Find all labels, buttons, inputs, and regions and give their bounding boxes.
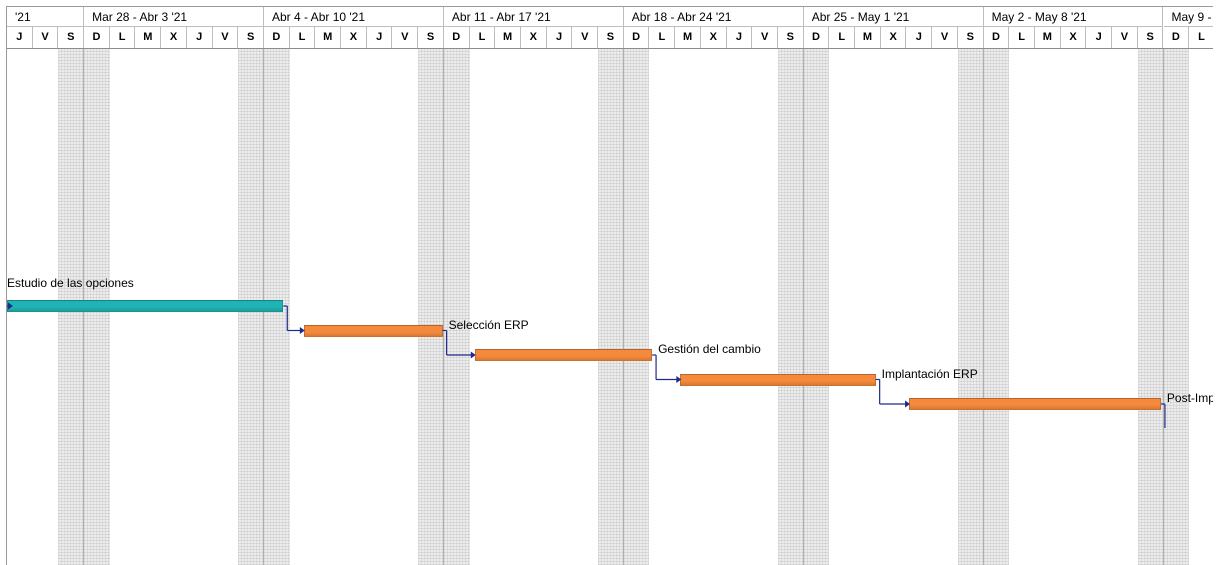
link-3-arrow — [905, 400, 911, 408]
timescale-week-6: May 2 - May 8 '21 — [983, 7, 1164, 27]
timescale-day-38: D — [983, 27, 1010, 48]
timescale-week-2: Abr 4 - Abr 10 '21 — [264, 7, 444, 27]
timescale-week-1: Mar 28 - Abr 3 '21 — [84, 7, 264, 27]
timescale-day-37: S — [957, 27, 984, 48]
link-0-arrow — [299, 327, 305, 334]
timescale-day-26: M — [675, 27, 701, 48]
timescale-day-30: S — [778, 27, 804, 48]
timescale-week-4: Abr 18 - Abr 24 '21 — [623, 7, 804, 27]
timescale-day-42: J — [1086, 27, 1113, 48]
timescale-day-25: L — [649, 27, 676, 48]
timescale-day-28: J — [726, 27, 753, 48]
timescale-week-row: '21 Mar 28 - Abr 3 '21 Abr 4 - Abr 10 '21 A… — [7, 7, 1213, 27]
timescale-day-41: X — [1060, 27, 1087, 48]
timescale-day-27: X — [700, 27, 727, 48]
timescale-day-1: V — [32, 27, 59, 48]
link-1-arrow — [470, 351, 476, 359]
timescale-day-19: M — [495, 27, 521, 48]
timescale-day-20: X — [521, 27, 547, 48]
timescale-day-32: L — [829, 27, 856, 48]
link-start-arrow — [8, 302, 13, 310]
timescale-day-43: V — [1112, 27, 1138, 48]
timescale-day-45: D — [1163, 27, 1190, 48]
timescale-week-3: Abr 11 - Abr 17 '21 — [443, 7, 624, 27]
timescale-day-34: X — [880, 27, 907, 48]
timescale-day-15: V — [392, 27, 419, 48]
timescale-week-0: '21 — [7, 7, 85, 27]
timescale-day-3: D — [84, 27, 110, 48]
timescale-day-5: M — [135, 27, 162, 48]
gantt-bar-area[interactable]: Estudio de las opciones Selección ERP Gest… — [7, 48, 1213, 565]
timescale-day-7: J — [186, 27, 213, 48]
timescale-day-12: M — [315, 27, 342, 48]
link-2-arrow — [676, 376, 682, 383]
timescale-day-13: X — [341, 27, 367, 48]
timescale-day-18: L — [469, 27, 496, 48]
timescale-day-36: V — [932, 27, 958, 48]
timescale-day-44: S — [1137, 27, 1164, 48]
timescale-day-row: JVSDLMXJVSDLMXJVSDLMXJVSDLMXJVSDLMXJVSDL… — [7, 27, 1213, 49]
timescale-day-21: J — [546, 27, 573, 48]
dependency-links — [7, 302, 1166, 428]
timescale-day-17: D — [443, 27, 470, 48]
timescale-day-24: D — [623, 27, 650, 48]
timescale-day-35: J — [906, 27, 933, 48]
timescale-day-10: D — [264, 27, 290, 48]
timescale-day-22: V — [572, 27, 599, 48]
timescale-day-8: V — [212, 27, 239, 48]
timescale-day-9: S — [238, 27, 264, 48]
timescale-week-5: Abr 25 - May 1 '21 — [803, 7, 984, 27]
timescale-day-33: M — [855, 27, 881, 48]
timescale-day-39: L — [1009, 27, 1035, 48]
gantt-chart-view: '21 Mar 28 - Abr 3 '21 Abr 4 - Abr 10 '21 A… — [6, 6, 1213, 565]
timescale-day-6: X — [161, 27, 187, 48]
timescale-day-40: M — [1035, 27, 1061, 48]
timescale-day-11: L — [289, 27, 316, 48]
timescale-day-14: J — [366, 27, 393, 48]
timescale-day-16: S — [418, 27, 444, 48]
timescale-day-0: J — [7, 27, 33, 48]
timescale-day-2: S — [58, 27, 85, 48]
timescale-day-46: L — [1189, 27, 1213, 48]
timescale-day-29: V — [752, 27, 778, 48]
timescale-day-23: S — [598, 27, 624, 48]
timescale-header: '21 Mar 28 - Abr 3 '21 Abr 4 - Abr 10 '21 A… — [7, 7, 1213, 49]
timescale-day-4: L — [109, 27, 136, 48]
timescale-week-7: May 9 - May 15 '21 — [1163, 7, 1213, 27]
timescale-day-31: D — [803, 27, 830, 48]
